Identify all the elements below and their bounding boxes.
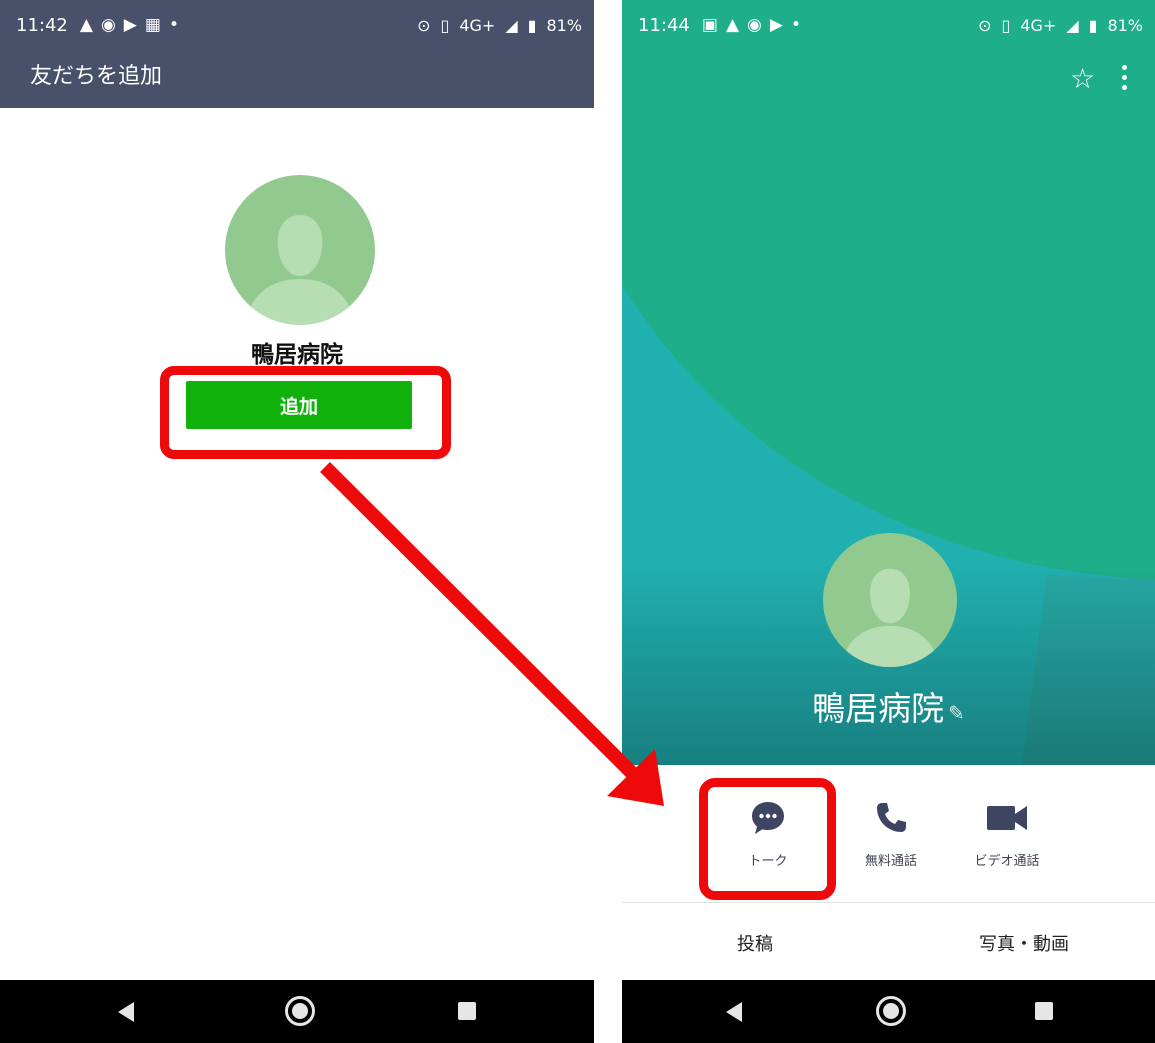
signal-icon: ◢: [1066, 15, 1079, 35]
calendar-icon: ▦: [144, 14, 161, 35]
youtube-icon: ▶: [769, 14, 783, 35]
add-friend-screen: 11:42 ▲ ◉ ▶ ▦ • ⊙ ▯ 4G+ ◢ ▮ 81% 友だちを追加 鴨…: [0, 0, 594, 1043]
profile-name: 鴨居病院: [812, 689, 945, 728]
voice-call-button[interactable]: 無料通話: [836, 800, 946, 869]
system-nav-bar: [0, 980, 594, 1043]
warning-icon: ▲: [725, 14, 740, 35]
divider: [622, 902, 1155, 903]
status-bar: 11:44 ▣ ▲ ◉ ▶ • ⊙ ▯ 4G+ ◢ ▮ 81%: [622, 0, 1155, 50]
network-type: 4G+: [459, 15, 496, 35]
warning-icon: ▲: [79, 14, 93, 35]
voice-call-label: 無料通話: [864, 854, 917, 869]
location-icon: ⊙: [978, 15, 992, 35]
avatar: [225, 175, 375, 325]
contact-name: 鴨居病院: [251, 342, 343, 368]
person-silhouette-icon: [844, 568, 936, 667]
network-type: 4G+: [1020, 15, 1057, 35]
profile-name-row[interactable]: 鴨居病院 ✎: [622, 682, 1155, 730]
recent-apps-icon[interactable]: [1035, 1002, 1053, 1020]
battery-icon: ▮: [1088, 15, 1098, 35]
location-icon: ⊙: [417, 15, 431, 35]
more-vert-icon[interactable]: [1122, 62, 1128, 92]
tab-photos-videos[interactable]: 写真・動画: [979, 930, 1069, 956]
video-call-label: ビデオ通話: [974, 854, 1040, 869]
signal-icon: ◢: [505, 15, 518, 35]
youtube-icon: ▶: [123, 14, 137, 35]
phone-icon: [836, 800, 946, 836]
profile-cover: 鴨居病院 ✎: [622, 0, 1155, 765]
avatar[interactable]: [823, 533, 957, 667]
profile-screen: 鴨居病院✎ 11:44 ▣ ▲ ◉ ▶ • ⊙ ▯ 4G+ ◢ ▮ 81% ☆: [622, 0, 1155, 1043]
recent-apps-icon[interactable]: [458, 1002, 476, 1020]
video-call-button[interactable]: ビデオ通話: [952, 800, 1062, 869]
vibrate-icon: ▯: [1001, 15, 1011, 35]
page-title: 友だちを追加: [30, 64, 163, 89]
image-notification-icon: ▣: [701, 14, 718, 35]
tab-posts[interactable]: 投稿: [737, 930, 773, 956]
back-icon[interactable]: [726, 1002, 742, 1022]
app-notification-icon: ◉: [747, 14, 762, 35]
highlight-frame: [160, 366, 451, 459]
battery-icon: ▮: [527, 15, 537, 35]
status-time: 11:44: [638, 14, 690, 36]
home-icon[interactable]: [876, 996, 906, 1026]
status-time: 11:42: [16, 14, 68, 36]
app-notification-icon: ◉: [100, 14, 116, 35]
highlight-frame: [699, 778, 836, 900]
edit-pencil-icon[interactable]: ✎: [948, 701, 965, 725]
more-notifications-icon: •: [790, 14, 801, 35]
battery-percent: 81%: [546, 15, 582, 35]
person-silhouette-icon: [249, 215, 351, 325]
battery-percent: 81%: [1107, 15, 1143, 35]
home-icon[interactable]: [285, 996, 315, 1026]
back-icon[interactable]: [118, 1002, 134, 1022]
system-nav-bar: [622, 980, 1155, 1043]
more-notifications-icon: •: [168, 14, 179, 35]
video-camera-icon: [952, 800, 1062, 836]
status-bar: 11:42 ▲ ◉ ▶ ▦ • ⊙ ▯ 4G+ ◢ ▮ 81%: [0, 0, 594, 50]
star-icon[interactable]: ☆: [1070, 62, 1095, 95]
vibrate-icon: ▯: [440, 15, 450, 35]
